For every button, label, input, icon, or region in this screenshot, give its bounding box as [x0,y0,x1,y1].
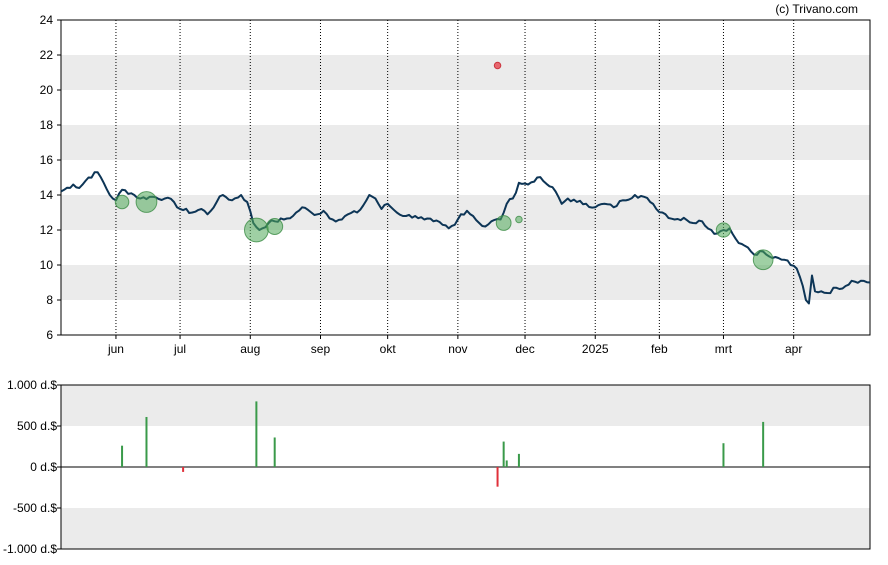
price-grid-band [61,265,870,300]
price-y-tick-label: 14 [40,188,54,202]
price-x-tick-label: okt [380,342,397,356]
price-grid-band [61,55,870,90]
volume-y-tick-label: -1.000 d.$ [3,542,57,556]
price-y-tick-label: 16 [40,153,54,167]
price-x-tick-label: jul [173,342,186,356]
price-y-tick-label: 24 [40,13,54,27]
price-y-tick-label: 6 [46,328,53,342]
volume-grid-band [61,385,870,426]
volume-y-axis: 1.000 d.$ 500 d.$ 0 d.$ -500 d.$ -1.000 d.$ [3,378,61,556]
buy-volume-bar [502,441,505,467]
price-y-tick-label: 22 [40,48,54,62]
buy-volume-bar [255,401,258,467]
price-y-tick-label: 18 [40,118,54,132]
price-x-tick-label: jun [107,342,124,356]
volume-y-tick-label: 1.000 d.$ [7,378,57,392]
price-y-tick-label: 12 [40,223,54,237]
buy-volume-bar [121,445,124,467]
price-x-tick-label: feb [651,342,668,356]
sell-volume-bar [182,467,185,472]
volume-y-tick-label: 500 d.$ [17,419,57,433]
sell-marker [493,61,502,70]
sell-volume-bar [496,467,499,487]
buy-volume-bar [722,443,725,467]
price-y-tick-label: 20 [40,83,54,97]
buy-volume-bar [273,437,276,467]
buy-volume-bar [762,421,765,467]
buy-marker [715,222,732,238]
volume-y-tick-label: 0 d.$ [30,460,57,474]
chart-canvas: 6 8 10 12 14 16 18 20 22 24 jun jul aug sep okt nov dec… [3,2,871,556]
volume-grid-band [61,508,870,549]
price-x-tick-label: dec [515,342,534,356]
price-y-axis: 6 8 10 12 14 16 18 20 22 24 [40,13,61,342]
watermark-text: (c) Trivano.com [775,2,858,16]
buy-volume-bar [517,453,520,467]
buy-marker [135,191,158,213]
price-x-tick-label: mrt [715,342,733,356]
price-x-tick-label: apr [785,342,802,356]
price-grid-band [61,125,870,160]
buy-marker [515,215,523,224]
price-chart-bands [61,55,870,300]
price-x-tick-label: sep [311,342,331,356]
price-y-tick-label: 10 [40,258,54,272]
price-x-tick-label: aug [240,342,260,356]
transaction-markers [114,61,774,271]
buy-marker [266,218,284,235]
volume-y-tick-label: -500 d.$ [13,501,57,515]
buy-marker [244,217,269,243]
price-x-tick-label: nov [448,342,467,356]
price-y-tick-label: 8 [46,293,53,307]
buy-marker [752,249,774,271]
buy-marker [114,194,130,210]
price-x-tick-label: 2025 [582,342,609,356]
buy-marker [495,215,512,231]
buy-volume-bar [505,460,508,467]
buy-volume-bar [145,416,148,467]
price-x-axis: jun jul aug sep okt nov dec 2025 feb mrt apr [107,335,802,356]
